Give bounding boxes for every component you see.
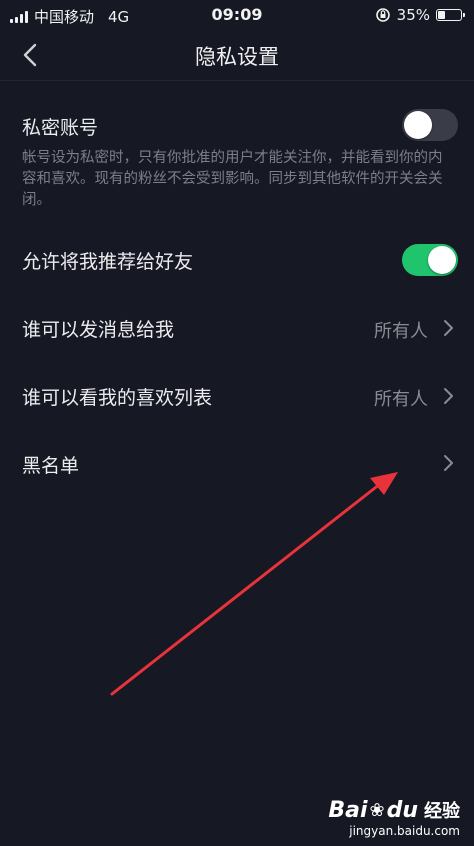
blacklist-row[interactable]: 黑名单: [0, 436, 474, 490]
blacklist-label: 黑名单: [22, 455, 80, 477]
battery-icon: [436, 9, 465, 21]
orientation-lock-icon: [375, 8, 390, 22]
who-can-message-row[interactable]: 谁可以发消息给我 所有人: [0, 300, 474, 354]
paw-icon: ❀: [369, 799, 385, 821]
who-can-message-value: 所有人: [374, 321, 428, 342]
status-bar: 中国移动 4G 09:09 35%: [0, 0, 474, 30]
who-can-message-label: 谁可以发消息给我: [22, 319, 175, 341]
recommend-to-friends-toggle[interactable]: [402, 244, 458, 276]
watermark-url: jingyan.baidu.com: [349, 824, 460, 838]
baidu-jingyan-logo: Bai ❀ du 经验: [328, 797, 460, 823]
who-can-see-likes-value: 所有人: [374, 389, 428, 410]
battery-fill: [438, 11, 445, 19]
private-account-description: 帐号设为私密时，只有你批准的用户才能关注你，并能看到你的内容和喜欢。现有的粉丝不…: [22, 150, 443, 208]
baidu-jingyan-watermark: Bai ❀ du 经验 jingyan.baidu.com: [328, 797, 460, 839]
private-account-label: 私密账号: [22, 117, 99, 139]
recommend-to-friends-label: 允许将我推荐给好友: [22, 251, 194, 273]
chevron-right-icon: [444, 455, 453, 471]
page-title: 隐私设置: [195, 45, 279, 69]
chevron-right-icon: [444, 388, 453, 404]
chevron-right-icon: [444, 320, 453, 336]
recommend-to-friends-row: 允许将我推荐给好友: [0, 236, 474, 284]
navigation-bar: 隐私设置: [0, 30, 474, 81]
private-account-row: 私密账号: [0, 100, 474, 148]
who-can-see-likes-row[interactable]: 谁可以看我的喜欢列表 所有人: [0, 368, 474, 422]
who-can-see-likes-label: 谁可以看我的喜欢列表: [22, 387, 213, 409]
battery-percentage: 35%: [396, 6, 430, 24]
private-account-toggle[interactable]: [402, 109, 458, 141]
